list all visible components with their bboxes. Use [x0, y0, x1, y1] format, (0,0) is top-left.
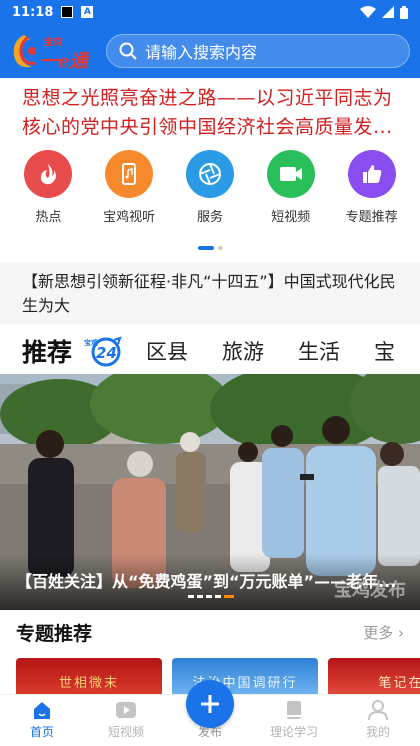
quick-nav-short-video[interactable]: 短视频 — [255, 150, 327, 230]
more-link[interactable]: 更多 › — [363, 622, 404, 643]
tab-county[interactable]: 区县 — [146, 336, 188, 366]
battery-icon — [400, 5, 408, 19]
banner-carousel[interactable]: 【百姓关注】从“免费鸡蛋”到“万元账单”——老年... 宝鸡发布 — [0, 374, 420, 610]
app-header: 宝鸡 一e通 请输入搜索内容 — [0, 24, 420, 78]
tab-baoji24[interactable]: 宝鸡 24 — [84, 334, 124, 368]
nav-short-video[interactable]: 短视频 — [84, 695, 168, 746]
quick-nav: 热点 宝鸡视听 服务 短视频 专题推荐 — [0, 150, 420, 230]
home-icon — [30, 699, 54, 721]
quick-nav-baoji-av[interactable]: 宝鸡视听 — [93, 150, 165, 230]
quick-nav-label: 短视频 — [271, 210, 311, 225]
notification-a-icon: A — [81, 6, 94, 18]
section-title: 专题推荐 — [16, 622, 93, 645]
quick-nav-pager — [0, 246, 420, 250]
nav-label: 我的 — [365, 725, 390, 739]
pager-dot-active — [197, 246, 214, 250]
nav-home[interactable]: 首页 — [0, 695, 84, 746]
nav-label: 理论学习 — [269, 725, 318, 739]
status-time: 11:18 — [12, 4, 54, 20]
pager-dot — [217, 246, 223, 250]
thumb-up-icon — [347, 150, 396, 198]
app-logo[interactable]: 宝鸡 一e通 — [10, 29, 100, 73]
banner-dot — [215, 595, 221, 598]
search-icon — [119, 42, 137, 60]
banner-dot — [197, 595, 203, 598]
quick-nav-hot[interactable]: 热点 — [12, 150, 84, 230]
tab-baoji-partial[interactable]: 宝 — [374, 336, 395, 366]
signal-icon — [382, 6, 394, 18]
tab-life[interactable]: 生活 — [298, 336, 340, 366]
search-bar[interactable]: 请输入搜索内容 — [106, 34, 410, 68]
status-bar: 11:18 A — [0, 0, 420, 24]
banner-dot — [188, 595, 194, 598]
nav-label: 短视频 — [107, 725, 144, 739]
nav-label: 首页 — [29, 725, 54, 739]
wifi-icon — [360, 6, 376, 18]
quick-nav-label: 宝鸡视听 — [103, 210, 156, 225]
aperture-icon — [185, 150, 234, 198]
plus-icon — [201, 695, 219, 713]
book-icon — [282, 699, 306, 721]
special-card[interactable]: 笔记在 — [328, 658, 420, 694]
banner-watermark: 宝鸡发布 — [334, 580, 406, 601]
notification-square-icon — [61, 6, 74, 18]
news-headline-item[interactable]: 【新思想引领新征程·非凡“十四五”】中国式现代化民生为大 — [0, 262, 420, 324]
banner-dot-active — [224, 595, 234, 598]
tab-baoji24-num: 24 — [96, 344, 117, 362]
special-card[interactable]: 世相微末 — [16, 658, 162, 694]
logo-text: 一e通 — [40, 51, 88, 72]
banner-indicator — [188, 595, 234, 598]
publish-button[interactable] — [186, 680, 234, 728]
video-icon — [266, 150, 315, 198]
search-placeholder: 请输入搜索内容 — [145, 43, 258, 62]
nav-mine[interactable]: 我的 — [336, 695, 420, 746]
nav-study[interactable]: 理论学习 — [252, 695, 336, 746]
card-title: 世相微末 — [58, 676, 119, 691]
tab-travel[interactable]: 旅游 — [222, 336, 264, 366]
quick-nav-label: 服务 — [196, 210, 223, 225]
quick-nav-service[interactable]: 服务 — [174, 150, 246, 230]
banner-dot — [206, 595, 212, 598]
special-section-header: 专题推荐 更多 › — [0, 612, 420, 652]
category-tabs: 推荐 宝鸡 24 区县 旅游 生活 宝 — [0, 328, 420, 374]
user-icon — [366, 699, 390, 721]
quick-nav-special[interactable]: 专题推荐 — [336, 150, 408, 230]
quick-nav-label: 热点 — [35, 210, 62, 225]
quick-nav-label: 专题推荐 — [345, 210, 398, 225]
top-headline[interactable]: 思想之光照亮奋进之路——以习近平同志为核心的党中央引领中国经济社会高质量发... — [22, 84, 402, 142]
card-title: 笔记在 — [378, 676, 420, 691]
phone-music-icon — [105, 150, 154, 198]
flame-icon — [24, 150, 73, 198]
play-icon — [114, 699, 138, 721]
tab-recommend[interactable]: 推荐 — [22, 333, 72, 369]
